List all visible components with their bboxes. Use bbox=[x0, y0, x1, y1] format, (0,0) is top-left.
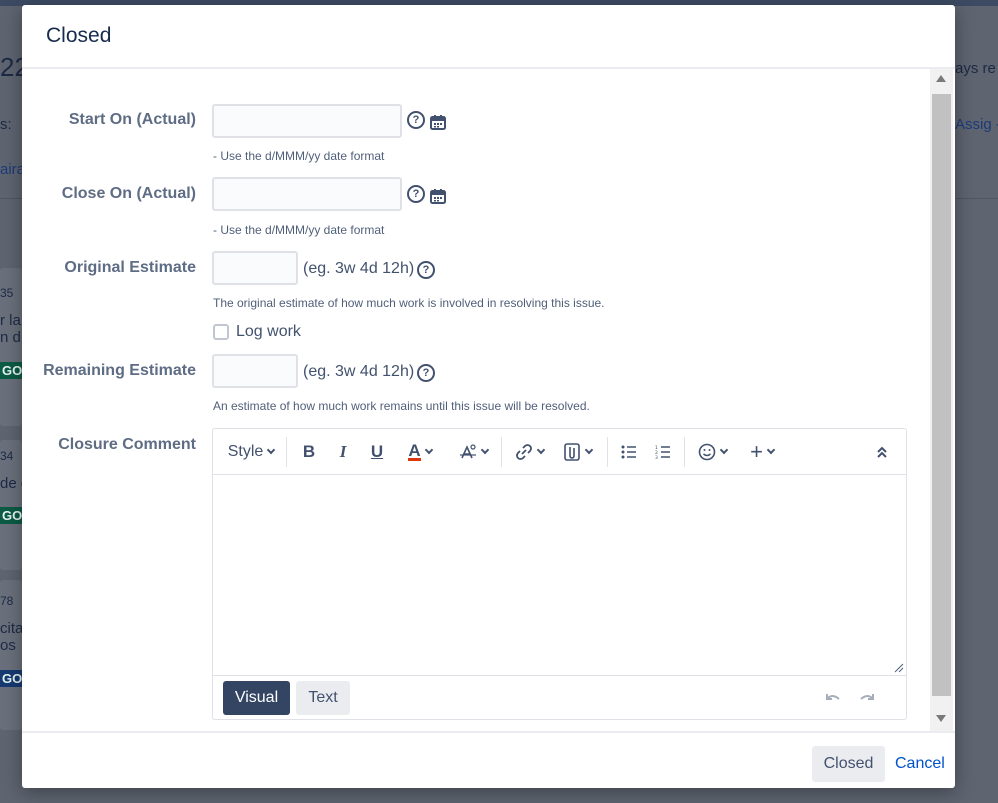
link-icon bbox=[515, 444, 532, 460]
close-on-description: - Use the d/MMM/yy date format bbox=[213, 223, 385, 237]
text-color-icon: A bbox=[408, 441, 421, 461]
insert-more-icon: + bbox=[750, 439, 763, 464]
toolbar-divider bbox=[684, 437, 685, 467]
background-text: 35 bbox=[0, 286, 14, 300]
visual-mode-button[interactable]: Visual bbox=[223, 681, 290, 715]
text-format-icon bbox=[459, 444, 476, 459]
background-text: 34 bbox=[0, 449, 14, 463]
chevron-down-icon bbox=[424, 445, 433, 455]
insert-more-button[interactable]: + bbox=[744, 439, 780, 465]
remaining-estimate-label: Remaining Estimate bbox=[43, 362, 196, 379]
chevron-down-icon bbox=[584, 445, 593, 455]
dialog-header: Closed bbox=[22, 5, 955, 69]
toolbar-divider bbox=[607, 437, 608, 467]
text-color-button[interactable]: A bbox=[400, 439, 440, 465]
background-text: ays re bbox=[955, 60, 996, 77]
emoji-icon bbox=[698, 443, 715, 461]
calendar-icon[interactable] bbox=[430, 188, 446, 204]
background-divider bbox=[0, 198, 22, 199]
toolbar-divider bbox=[286, 437, 287, 467]
text-mode-button[interactable]: Text bbox=[296, 681, 350, 715]
style-dropdown[interactable]: Style bbox=[226, 439, 276, 465]
background-link: Assig - bbox=[955, 116, 998, 133]
attachment-button[interactable] bbox=[559, 439, 595, 465]
scroll-up-arrow-icon[interactable] bbox=[936, 75, 946, 82]
background-text: 78 bbox=[0, 594, 14, 608]
help-icon[interactable]: ? bbox=[417, 261, 435, 279]
closure-comment-label: Closure Comment bbox=[58, 436, 196, 453]
log-work-label[interactable]: Log work bbox=[236, 323, 301, 341]
numbered-list-icon[interactable]: 123 bbox=[652, 439, 674, 465]
background-text: r la bbox=[0, 312, 21, 329]
close-on-label: Close On (Actual) bbox=[61, 185, 196, 202]
closed-submit-button[interactable]: Closed bbox=[812, 746, 885, 782]
remaining-estimate-input[interactable] bbox=[212, 354, 298, 388]
svg-text:3: 3 bbox=[655, 455, 658, 459]
background-text: s: bbox=[0, 116, 12, 133]
help-icon[interactable]: ? bbox=[417, 364, 435, 382]
remaining-estimate-hint: (eg. 3w 4d 12h) bbox=[303, 363, 415, 380]
dialog-scrollbar[interactable] bbox=[930, 69, 953, 731]
cancel-button[interactable]: Cancel bbox=[895, 746, 945, 782]
close-on-input[interactable] bbox=[212, 177, 402, 211]
remaining-estimate-description: An estimate of how much work remains unt… bbox=[213, 399, 590, 413]
collapse-toolbar-icon[interactable] bbox=[871, 439, 893, 465]
original-estimate-hint: (eg. 3w 4d 12h) bbox=[303, 260, 415, 277]
background-divider bbox=[955, 198, 998, 199]
bold-icon[interactable]: B bbox=[298, 439, 320, 465]
background-badge: GO bbox=[0, 362, 25, 379]
chevron-down-icon bbox=[719, 445, 728, 455]
closure-comment-textarea[interactable] bbox=[213, 476, 906, 674]
text-format-button[interactable] bbox=[455, 439, 491, 465]
start-on-description: - Use the d/MMM/yy date format bbox=[213, 149, 385, 163]
style-dropdown-label: Style bbox=[227, 443, 264, 460]
chevron-down-icon bbox=[766, 445, 776, 455]
background-text: os bbox=[0, 637, 16, 654]
start-on-label: Start On (Actual) bbox=[68, 111, 196, 128]
link-button[interactable] bbox=[511, 439, 547, 465]
attachment-icon bbox=[563, 443, 580, 461]
chevron-down-icon bbox=[536, 445, 545, 455]
start-on-input[interactable] bbox=[212, 104, 402, 138]
bullet-list-icon[interactable] bbox=[618, 439, 640, 465]
original-estimate-label: Original Estimate bbox=[64, 259, 196, 276]
background-text: cita bbox=[0, 620, 24, 637]
background-badge: GO bbox=[0, 507, 25, 524]
emoji-button[interactable] bbox=[694, 439, 730, 465]
background-text: n d bbox=[0, 329, 21, 346]
closed-dialog: Closed Start On (Actual) ? - Use the d/M… bbox=[22, 5, 955, 788]
chevron-down-icon bbox=[480, 445, 489, 455]
calendar-icon[interactable] bbox=[430, 114, 446, 130]
dialog-footer: Closed Cancel bbox=[22, 731, 955, 788]
resize-handle-icon[interactable] bbox=[894, 663, 904, 673]
log-work-checkbox[interactable] bbox=[213, 324, 229, 340]
original-estimate-description: The original estimate of how much work i… bbox=[213, 296, 605, 310]
editor-footer: Visual Text bbox=[213, 675, 906, 720]
background-badge: GO bbox=[0, 670, 25, 687]
help-icon[interactable]: ? bbox=[407, 185, 425, 203]
chevron-down-icon bbox=[267, 445, 276, 455]
closure-comment-editor: Style B I U A 1 2 3 + Visual Text bbox=[212, 428, 907, 720]
original-estimate-input[interactable] bbox=[212, 251, 298, 285]
underline-icon[interactable]: U bbox=[366, 439, 388, 465]
dialog-title: Closed bbox=[46, 24, 112, 47]
redo-icon[interactable] bbox=[857, 688, 877, 708]
toolbar-divider bbox=[501, 437, 502, 467]
italic-icon[interactable]: I bbox=[332, 439, 354, 465]
dialog-body: Start On (Actual) ? - Use the d/MMM/yy d… bbox=[22, 69, 955, 731]
undo-icon[interactable] bbox=[823, 688, 843, 708]
scrollbar-thumb[interactable] bbox=[932, 94, 951, 696]
scroll-down-arrow-icon[interactable] bbox=[936, 715, 946, 722]
help-icon[interactable]: ? bbox=[407, 111, 425, 129]
editor-toolbar: Style B I U A 1 2 3 + bbox=[213, 429, 906, 475]
